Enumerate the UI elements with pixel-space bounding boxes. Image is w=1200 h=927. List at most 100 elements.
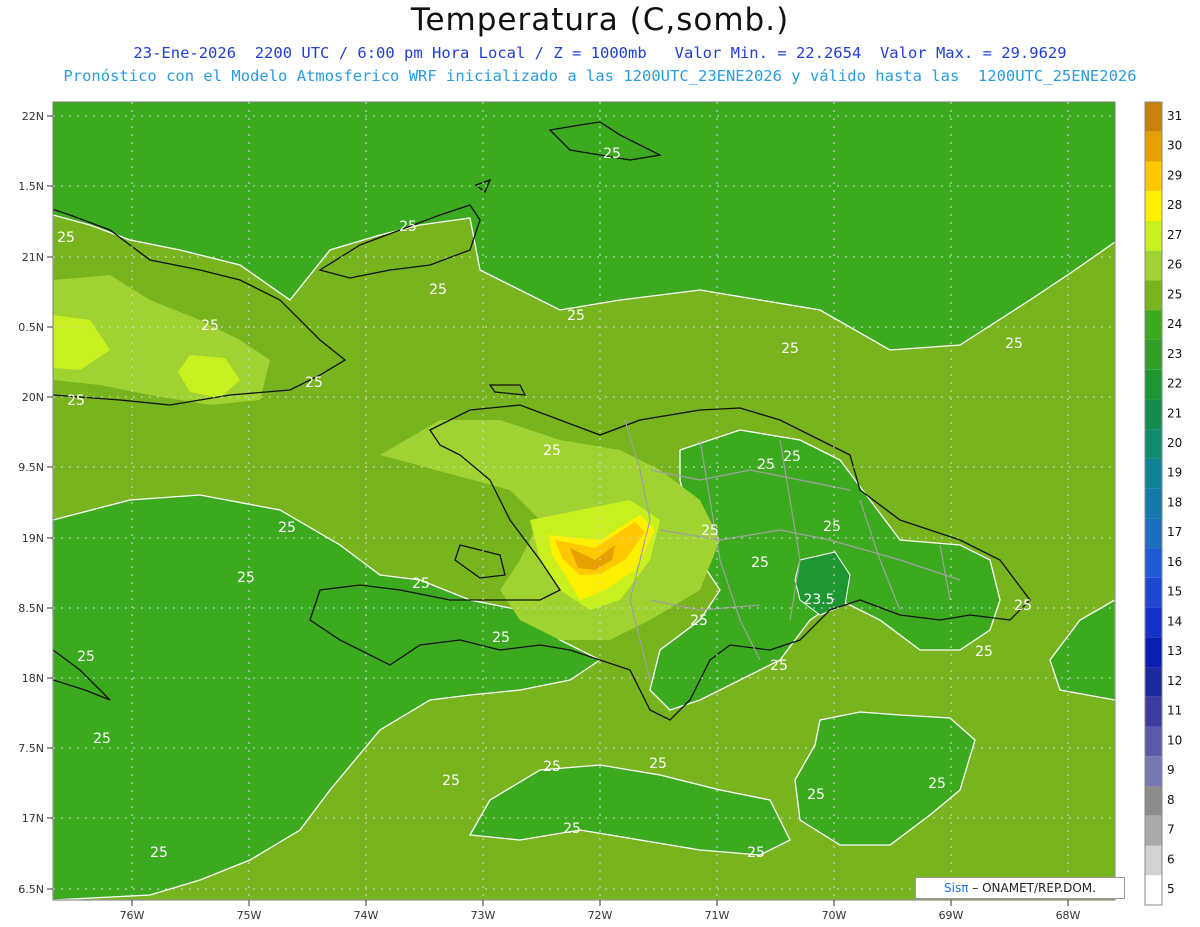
colorbar-label: 5 (1167, 882, 1175, 896)
contour-label: 25 (751, 555, 769, 571)
contour-label: 25 (567, 308, 585, 324)
colorbar-label: 9 (1167, 763, 1175, 777)
contour-label: 25 (77, 649, 95, 665)
latitude-labels: 22N 1.5N 21N 0.5N 20N 9.5N 19N 8.5N 18N … (18, 110, 44, 896)
contour-label: 25 (442, 773, 460, 789)
colorbar-swatch (1145, 577, 1162, 608)
lat-label: 6.5N (18, 883, 44, 896)
contour-label: 25 (412, 576, 430, 592)
colorbar-label: 10 (1167, 733, 1182, 747)
colorbar-swatch (1145, 518, 1162, 549)
lat-label: 7.5N (18, 742, 44, 755)
lon-label: 76W (120, 909, 145, 922)
contour-label: 25 (1005, 336, 1023, 352)
colorbar-label: 7 (1167, 823, 1175, 837)
colorbar-label: 22 (1167, 377, 1182, 391)
colorbar-swatch (1145, 280, 1162, 311)
colorbar-swatch (1145, 220, 1162, 251)
colorbar-swatch (1145, 488, 1162, 519)
lat-label: 20N (22, 391, 44, 404)
lat-label: 21N (22, 251, 44, 264)
contour-label: 23.5 (803, 592, 834, 608)
colorbar-label: 19 (1167, 466, 1182, 480)
colorbar-swatch (1145, 161, 1162, 192)
lon-label: 75W (237, 909, 262, 922)
lon-label: 70W (822, 909, 847, 922)
colorbar-label: 20 (1167, 436, 1182, 450)
contour-label: 25 (563, 821, 581, 837)
contour-label: 25 (278, 520, 296, 536)
contour-label: 25 (492, 630, 510, 646)
contour-label: 25 (928, 776, 946, 792)
lat-label: 0.5N (18, 321, 44, 334)
credit-box: Sisπ – ONAMET/REP.DOM. (915, 877, 1125, 899)
colorbar-label: 12 (1167, 674, 1182, 688)
colorbar-swatch (1145, 637, 1162, 668)
colorbar-label: 21 (1167, 406, 1182, 420)
colorbar-swatch (1145, 399, 1162, 430)
lon-label: 72W (588, 909, 613, 922)
contour-label: 25 (783, 449, 801, 465)
contour-label: 25 (975, 644, 993, 660)
contour-label: 25 (150, 845, 168, 861)
colorbar-label: 30 (1167, 139, 1182, 153)
colorbar-label: 31 (1167, 109, 1182, 123)
lat-label: 22N (22, 110, 44, 123)
colorbar-swatch (1145, 845, 1162, 876)
colorbar-swatch (1145, 102, 1162, 132)
colorbar-swatch (1145, 310, 1162, 340)
contour-label: 25 (399, 219, 417, 235)
colorbar-swatch (1145, 696, 1162, 727)
lat-label: 8.5N (18, 602, 44, 615)
contour-label: 25 (807, 787, 825, 803)
colorbar-label: 28 (1167, 198, 1182, 212)
lat-label: 1.5N (18, 180, 44, 193)
colorbar-label: 26 (1167, 258, 1182, 272)
contour-label: 25 (429, 282, 447, 298)
colorbar-swatch (1145, 667, 1162, 697)
colorbar-swatch (1145, 191, 1162, 221)
contour-label: 25 (757, 457, 775, 473)
contour-label: 25 (603, 146, 621, 162)
colorbar-label: 25 (1167, 287, 1182, 301)
lon-label: 73W (471, 909, 496, 922)
lat-label: 9.5N (18, 461, 44, 474)
contour-label: 25 (690, 613, 708, 629)
lon-label: 74W (354, 909, 379, 922)
colorbar-swatch (1145, 339, 1162, 370)
map-canvas: 22N 1.5N 21N 0.5N 20N 9.5N 19N 8.5N 18N … (18, 101, 1182, 922)
colorbar-label: 29 (1167, 168, 1182, 182)
colorbar-label: 17 (1167, 525, 1182, 539)
sispi-logo-text: Sisπ (944, 881, 969, 895)
contour-label: 25 (747, 845, 765, 861)
colorbar-label: 18 (1167, 495, 1182, 509)
colorbar-swatch (1145, 875, 1162, 905)
colorbar-label: 24 (1167, 317, 1182, 331)
contour-label: 25 (770, 658, 788, 674)
lon-label: 71W (705, 909, 730, 922)
lon-label: 68W (1056, 909, 1081, 922)
colorbar: 31 30 29 28 27 26 25 24 23 22 21 20 19 18 17 16 15 14 13 12… (1145, 102, 1182, 905)
contour-label: 25 (543, 443, 561, 459)
colorbar-swatch (1145, 429, 1162, 459)
contour-label: 25 (237, 570, 255, 586)
contour-label: 25 (1014, 598, 1032, 614)
contour-label: 25 (781, 341, 799, 357)
colorbar-swatch (1145, 726, 1162, 757)
contour-label: 25 (201, 318, 219, 334)
contour-label: 25 (701, 523, 719, 539)
longitude-labels: 76W 75W 74W 73W 72W 71W 70W 69W 68W (120, 909, 1081, 922)
contour-label: 25 (67, 393, 85, 409)
colorbar-label: 13 (1167, 644, 1182, 658)
credit-text: – ONAMET/REP.DOM. (972, 881, 1096, 895)
contour-label: 25 (649, 756, 667, 772)
colorbar-swatch (1145, 250, 1162, 281)
colorbar-swatch (1145, 607, 1162, 638)
colorbar-label: 11 (1167, 704, 1182, 718)
contour-label: 25 (57, 230, 75, 246)
colorbar-swatch (1145, 756, 1162, 787)
colorbar-label: 23 (1167, 347, 1182, 361)
colorbar-swatch (1145, 131, 1162, 162)
contour-label: 25 (93, 731, 111, 747)
colorbar-label: 27 (1167, 228, 1182, 242)
